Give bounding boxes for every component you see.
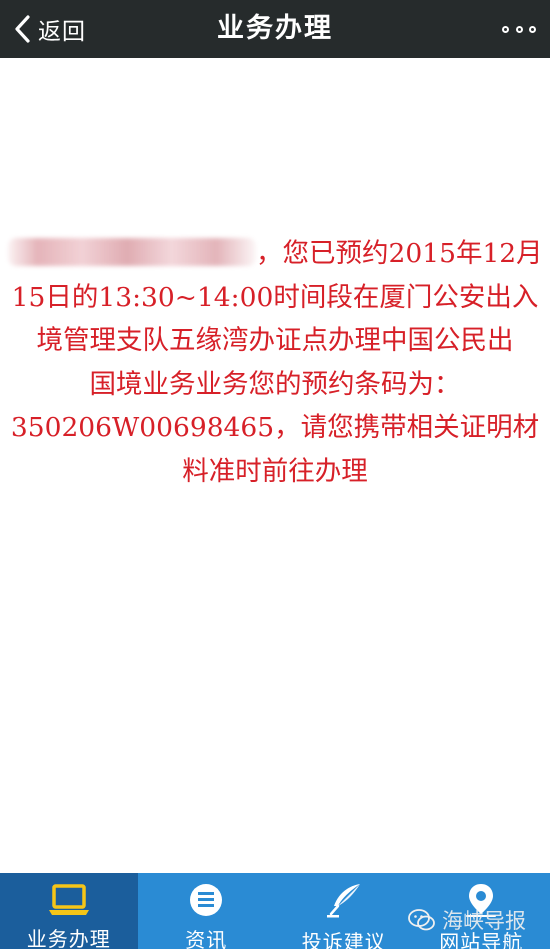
message-line: 15日的13:30~14:00时间段在厦门公安出入 xyxy=(11,281,539,313)
more-dots-icon xyxy=(515,25,523,33)
chevron-left-icon xyxy=(8,9,36,49)
bottom-tab-bar: 业务办理 资讯 投诉建议 网站导航 xyxy=(0,873,550,949)
message-line: 350206W00698465，请您携带相关证明材 xyxy=(10,412,540,443)
message-line: 料准时前往办理 xyxy=(182,455,368,487)
back-label: 返回 xyxy=(38,19,86,45)
feather-pen-icon xyxy=(324,882,364,920)
app-screen: 返回 业务办理 ，您已预约2015年12月 15日的13:30~14:00时间段… xyxy=(0,0,550,949)
redacted-name xyxy=(8,238,256,266)
more-dots-icon xyxy=(529,25,536,33)
tab-business[interactable]: 业务办理 xyxy=(0,873,138,949)
message-text: ，您已预约2015年12月 xyxy=(256,238,543,269)
top-navigation-bar: 返回 业务办理 xyxy=(0,0,550,58)
more-button[interactable] xyxy=(502,14,536,44)
tab-label: 资讯 xyxy=(185,928,228,949)
back-button[interactable]: 返回 xyxy=(8,9,86,49)
tab-site-nav[interactable]: 网站导航 xyxy=(413,873,550,949)
appointment-message: ，您已预约2015年12月 15日的13:30~14:00时间段在厦门公安出入 … xyxy=(8,232,543,493)
tab-complaint[interactable]: 投诉建议 xyxy=(275,873,413,949)
message-line: 境管理支队五缘湾办证点办理中国公民出 xyxy=(36,325,514,356)
tab-label: 网站导航 xyxy=(439,930,524,949)
laptop-icon xyxy=(47,882,91,917)
location-pin-icon xyxy=(463,882,499,920)
more-dots-icon xyxy=(502,25,509,33)
news-icon xyxy=(188,882,224,918)
tab-label: 业务办理 xyxy=(26,927,111,949)
tab-label: 投诉建议 xyxy=(301,930,386,949)
tab-news[interactable]: 资讯 xyxy=(138,873,276,949)
message-line: ，您已预约2015年12月 xyxy=(8,232,543,276)
message-line: 国境业务业务您的预约条码为： xyxy=(89,368,461,400)
